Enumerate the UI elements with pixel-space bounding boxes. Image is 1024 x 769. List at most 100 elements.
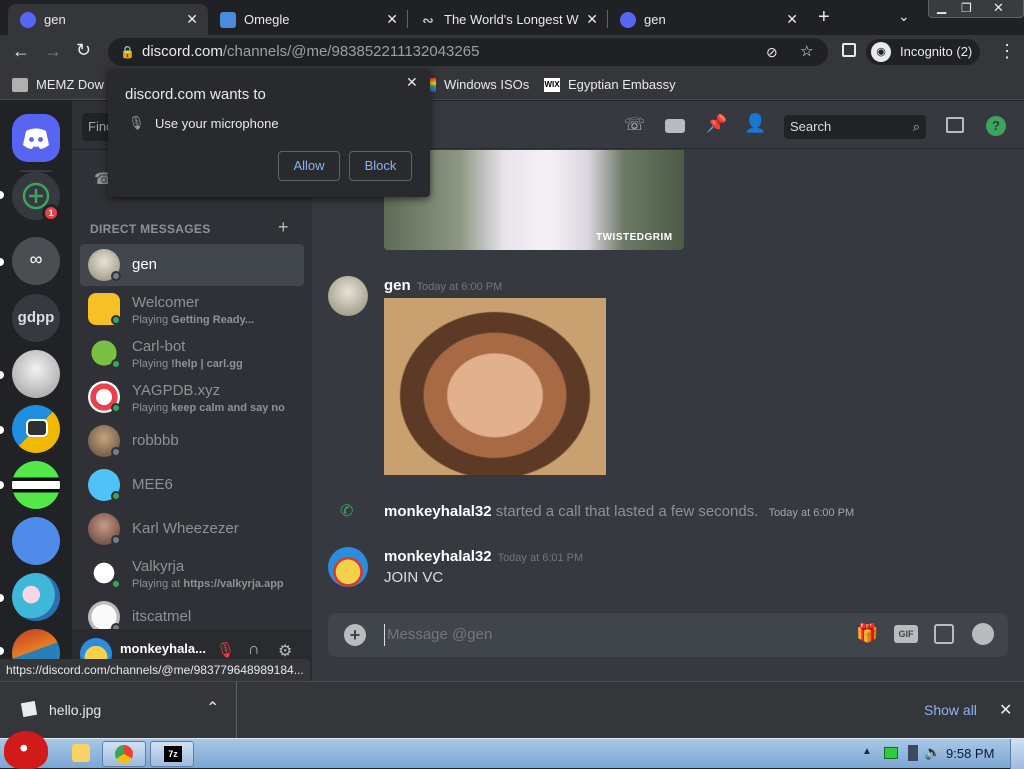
add-friend-icon[interactable]: 👤 (744, 113, 766, 134)
close-tab-icon[interactable]: ✕ (386, 11, 398, 28)
battery-icon[interactable] (884, 747, 898, 759)
side-panel-icon[interactable] (842, 43, 856, 57)
close-tab-icon[interactable]: ✕ (786, 11, 798, 28)
windows-taskbar: 7z ▲ 🔊 9:58 PM (0, 731, 1024, 769)
address-bar[interactable]: 🔒 discord.com/channels/@me/9838522111320… (108, 38, 828, 66)
gift-icon[interactable]: 🎁 (856, 623, 878, 644)
chat-search-input[interactable]: Search ⌕ (784, 115, 926, 139)
call-timestamp: Today at 6:00 PM (768, 507, 855, 519)
dm-item-robbbb[interactable]: robbbb (80, 420, 304, 462)
dm-item-mee6[interactable]: MEE6 (80, 464, 304, 506)
bookmark-memz[interactable]: MEMZ Dow (12, 77, 104, 92)
unread-pill (0, 594, 4, 602)
incognito-profile-button[interactable]: ◉ Incognito (2) (866, 39, 980, 65)
image-attachment-photo[interactable] (384, 298, 606, 475)
discord-logo-icon (23, 128, 49, 149)
bookmark-egyptian-embassy[interactable]: WIX Egyptian Embassy (544, 77, 676, 92)
lock-icon[interactable]: 🔒 (120, 38, 135, 66)
inbox-icon[interactable] (946, 117, 964, 133)
file-explorer-icon[interactable] (72, 744, 90, 762)
mic-muted-icon[interactable]: 🎙 (216, 641, 235, 659)
taskbar-clock[interactable]: 9:58 PM (946, 746, 994, 761)
sticker-icon[interactable] (934, 624, 954, 644)
download-item[interactable]: hello.jpg ⌃ (12, 682, 237, 739)
dm-item-valkyrja[interactable]: Valkyrja Playing at https://valkyrja.app (80, 552, 304, 594)
create-dm-icon[interactable]: + (278, 217, 289, 238)
message-avatar[interactable] (328, 276, 368, 316)
close-downloads-icon[interactable]: ✕ (999, 700, 1012, 720)
restore-icon[interactable]: ❐ (961, 1, 972, 15)
dm-item-gen[interactable]: gen (80, 244, 304, 286)
pinned-messages-icon[interactable]: 📌 (706, 114, 727, 134)
guild-gdpp[interactable]: gdpp (12, 294, 60, 342)
headphones-icon[interactable]: ∩ (248, 641, 260, 659)
message-avatar[interactable] (328, 547, 368, 587)
dm-item-karl-wheezezer[interactable]: Karl Wheezezer (80, 508, 304, 550)
forward-icon[interactable]: → (44, 41, 62, 62)
tab-gen-1[interactable]: gen ✕ (8, 4, 208, 35)
bookmark-star-icon[interactable]: ☆ (800, 38, 813, 66)
tab-omegle[interactable]: Omegle ✕ (208, 4, 408, 35)
settings-gear-icon[interactable]: ⚙ (278, 641, 292, 661)
video-call-icon[interactable] (665, 119, 685, 133)
allow-button[interactable]: Allow (278, 151, 340, 181)
discord-home-button[interactable] (12, 114, 60, 162)
dm-item-welcomer[interactable]: Welcomer Playing Getting Ready... (80, 288, 304, 330)
new-tab-icon[interactable]: + (818, 6, 830, 29)
volume-icon[interactable]: 🔊 (924, 744, 941, 761)
tab-gen-2[interactable]: gen ✕ (608, 4, 808, 35)
permission-item: Use your microphone (155, 116, 279, 131)
bookmark-windows-isos[interactable]: Windows ISOs (428, 77, 529, 92)
back-icon[interactable]: ← (12, 41, 30, 62)
emoji-icon[interactable] (972, 623, 994, 645)
gif-icon[interactable]: GIF (894, 625, 918, 643)
call-author[interactable]: monkeyhalal32 (384, 503, 492, 520)
tab-title: gen (44, 12, 66, 27)
tab-strip: gen ✕ Omegle ✕ ∾ The World's Longest W ✕… (0, 0, 1024, 35)
message-input[interactable]: Message @gen (384, 624, 804, 646)
chrome-taskbar-button[interactable] (102, 741, 146, 767)
help-icon[interactable]: ? (986, 116, 1006, 136)
profile-label: Incognito (2) (900, 44, 973, 59)
unread-pill (0, 647, 4, 655)
camera-blocked-icon[interactable]: ⊘ (766, 38, 778, 66)
dm-name: Welcomer (132, 294, 200, 311)
show-desktop-button[interactable] (1010, 739, 1024, 769)
unread-pill (0, 426, 4, 434)
show-hidden-icons-icon[interactable]: ▲ (862, 746, 872, 757)
block-button[interactable]: Block (349, 151, 412, 181)
guild-infinity[interactable]: ∞ (12, 237, 60, 285)
dm-item-carl-bot[interactable]: Carl-bot Playing !help | carl.gg (80, 332, 304, 374)
guild-striped-avatar[interactable] (12, 461, 60, 509)
url-path: /channels/@me/983852211132043265 (222, 43, 480, 60)
call-system-message: monkeyhalal32 started a call that lasted… (384, 503, 854, 520)
message-text: JOIN VC (384, 569, 444, 586)
upload-plus-icon[interactable]: + (344, 624, 366, 646)
network-icon[interactable] (908, 745, 918, 761)
search-placeholder: Search (790, 119, 832, 134)
dm-item-yagpdb[interactable]: YAGPDB.xyz Playing keep calm and say no (80, 376, 304, 418)
menu-kebab-icon[interactable]: ⋮ (998, 41, 1016, 62)
guild-game-avatar[interactable] (12, 405, 60, 453)
chevron-up-icon[interactable]: ⌃ (206, 698, 219, 718)
show-all-link[interactable]: Show all (924, 702, 977, 718)
start-button-angry-bird-icon[interactable] (4, 731, 48, 769)
guild-sketch-avatar[interactable] (12, 350, 60, 398)
7zip-taskbar-button[interactable]: 7z (150, 741, 194, 767)
tab-search-icon[interactable]: ⌄ (898, 8, 910, 25)
close-popup-icon[interactable]: ✕ (406, 74, 418, 91)
close-tab-icon[interactable]: ✕ (186, 11, 198, 28)
message-author[interactable]: gen (384, 277, 411, 294)
message-author[interactable]: monkeyhalal32 (384, 548, 492, 565)
voice-call-icon[interactable]: ☏ (624, 115, 645, 135)
dm-activity: Playing keep calm and say no (132, 402, 285, 414)
close-tab-icon[interactable]: ✕ (586, 11, 598, 28)
downloads-bar: hello.jpg ⌃ Show all ✕ (0, 681, 1024, 739)
permission-title: discord.com wants to (125, 86, 266, 103)
guild-anime-avatar[interactable] (12, 573, 60, 621)
reload-icon[interactable]: ↻ (76, 40, 91, 61)
tab-worlds-longest[interactable]: ∾ The World's Longest W ✕ (408, 4, 608, 35)
guild-blue-avatar[interactable] (12, 517, 60, 565)
minimize-icon[interactable]: ▁ (937, 0, 946, 14)
close-window-icon[interactable]: ✕ (993, 0, 1004, 16)
